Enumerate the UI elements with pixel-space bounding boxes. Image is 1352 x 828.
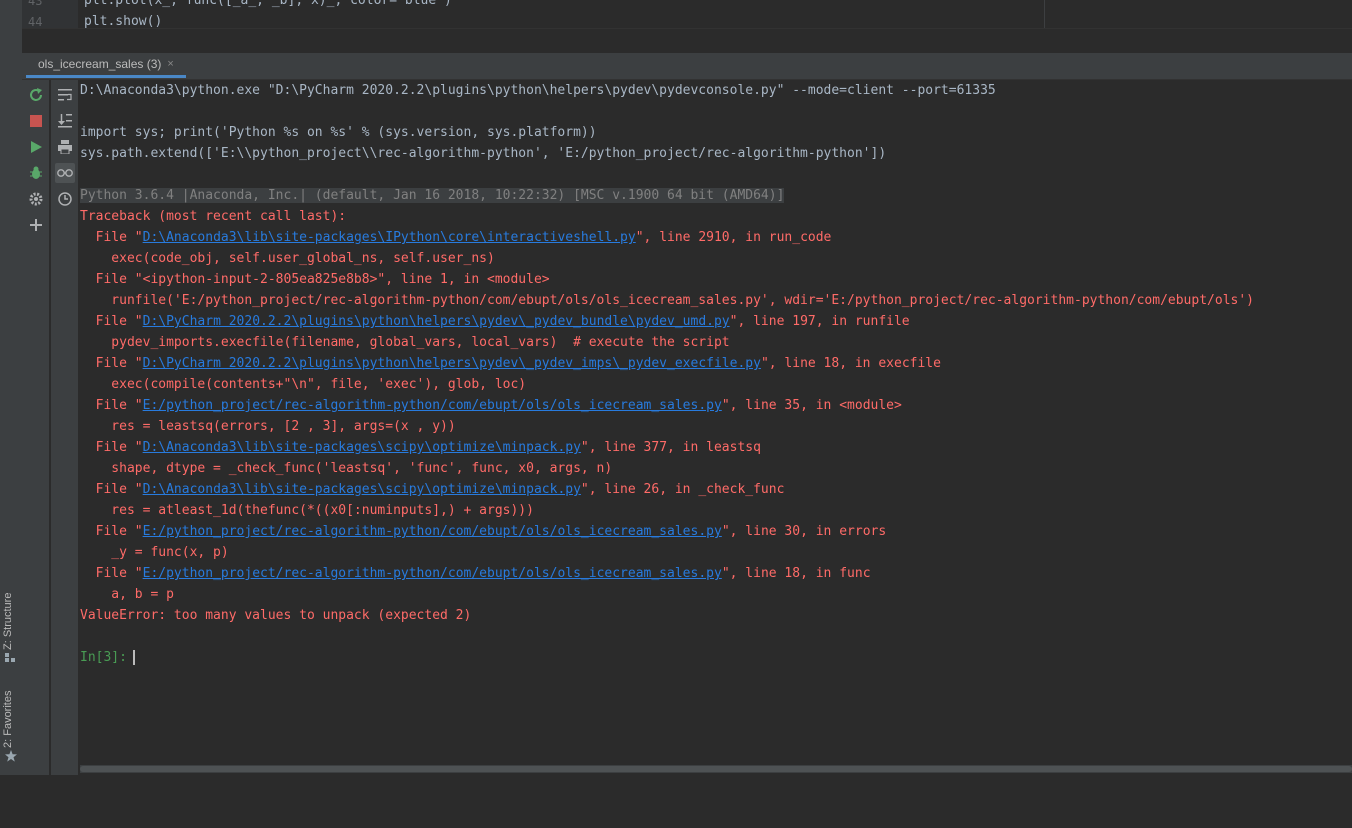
close-icon[interactable]: × <box>167 58 173 70</box>
traceback-text: File " <box>80 398 143 413</box>
traceback-code-line: exec(code_obj, self.user_global_ns, self… <box>80 251 495 266</box>
traceback-text: File " <box>80 314 143 329</box>
traceback-code-line: runfile('E:/python_project/rec-algorithm… <box>80 293 1254 308</box>
traceback-file-line: File "D:\Anaconda3\lib\site-packages\IPy… <box>80 227 832 248</box>
stop-icon[interactable] <box>26 111 46 131</box>
structure-tab-label: Z: Structure <box>2 592 14 650</box>
console-toolbar-secondary <box>51 80 78 775</box>
line-number: 44 <box>28 15 43 29</box>
add-icon[interactable] <box>26 215 46 235</box>
traceback-text: ", line 26, in _check_func <box>580 482 785 497</box>
favorites-tab-label: 2: Favorites <box>2 690 14 748</box>
traceback-text: File " <box>80 356 143 371</box>
traceback-text: File " <box>80 566 143 581</box>
code-line[interactable]: plt.plot(x_, func([_a_, _b], x)_, color=… <box>84 0 452 8</box>
rerun-icon[interactable] <box>26 85 46 105</box>
traceback-file-line: File "E:/python_project/rec-algorithm-py… <box>80 521 887 542</box>
line-number-gutter: 43 44 <box>22 0 78 29</box>
traceback-file-line: File "D:\Anaconda3\lib\site-packages\sci… <box>80 437 761 458</box>
traceback-text: File " <box>80 440 143 455</box>
variables-icon[interactable] <box>55 163 75 183</box>
python-console-output[interactable]: D:\Anaconda3\python.exe "D:\PyCharm 2020… <box>80 80 1352 763</box>
traceback-text: ", line 197, in runfile <box>729 314 910 329</box>
file-link[interactable]: D:\Anaconda3\lib\site-packages\scipy\opt… <box>143 440 581 455</box>
line-number: 43 <box>28 0 43 8</box>
traceback-header: Traceback (most recent call last): <box>80 209 347 224</box>
traceback-text: File " <box>80 230 143 245</box>
console-input-line[interactable]: In[3]: <box>80 647 135 668</box>
traceback-file-line: File "E:/python_project/rec-algorithm-py… <box>80 395 902 416</box>
input-prompt: In[3]: <box>80 650 127 665</box>
scroll-to-end-icon[interactable] <box>55 111 75 131</box>
history-icon[interactable] <box>55 189 75 209</box>
console-toolbar-primary <box>22 80 49 775</box>
traceback-code-line: shape, dtype = _check_func('leastsq', 'f… <box>80 461 613 476</box>
right-margin-guide <box>1044 0 1045 28</box>
panel-splitter[interactable] <box>22 29 1352 53</box>
traceback-text: File " <box>80 482 143 497</box>
traceback-code-line: res = leastsq(errors, [2 , 3], args=(x ,… <box>80 419 456 434</box>
traceback-code-line: exec(compile(contents+"\n", file, 'exec'… <box>80 377 527 392</box>
print-icon[interactable] <box>55 137 75 157</box>
traceback-file-line: File "D:\PyCharm 2020.2.2\plugins\python… <box>80 311 910 332</box>
traceback-file-line: File "D:\Anaconda3\lib\site-packages\sci… <box>80 479 785 500</box>
tab-label: ols_icecream_sales (3) <box>38 57 162 71</box>
traceback-text: ", line 377, in leastsq <box>580 440 761 455</box>
console-syspath-line: sys.path.extend(['E:\\python_project\\re… <box>80 146 887 161</box>
scrollbar-thumb[interactable] <box>80 766 1352 772</box>
traceback-file-line: File "E:/python_project/rec-algorithm-py… <box>80 563 871 584</box>
traceback-file-line: File "D:\PyCharm 2020.2.2\plugins\python… <box>80 353 941 374</box>
traceback-text: ", line 35, in <module> <box>721 398 902 413</box>
traceback-text: ", line 2910, in run_code <box>635 230 832 245</box>
traceback-code-line: pydev_imports.execfile(filename, global_… <box>80 335 730 350</box>
file-link[interactable]: D:\Anaconda3\lib\site-packages\IPython\c… <box>143 230 636 245</box>
file-link[interactable]: E:/python_project/rec-algorithm-python/c… <box>143 566 722 581</box>
traceback-text: ", line 30, in errors <box>721 524 887 539</box>
run-icon[interactable] <box>26 137 46 157</box>
left-tool-strip: Z: Structure 2: Favorites <box>0 0 23 775</box>
soft-wrap-icon[interactable] <box>55 85 75 105</box>
code-editor[interactable]: 43 44 plt.plot(x_, func([_a_, _b], x)_, … <box>22 0 1352 29</box>
console-command-line: D:\Anaconda3\python.exe "D:\PyCharm 2020… <box>80 83 996 98</box>
python-version-banner: Python 3.6.4 |Anaconda, Inc.| (default, … <box>80 185 785 206</box>
text-cursor <box>132 650 135 665</box>
traceback-code-line: res = atleast_1d(thefunc(*((x0[:numinput… <box>80 503 534 518</box>
traceback-text: ", line 18, in func <box>721 566 871 581</box>
traceback-text: File " <box>80 524 143 539</box>
tab-ols-icecream-sales[interactable]: ols_icecream_sales (3) × <box>26 53 186 78</box>
traceback-code-line: a, b = p <box>80 587 174 602</box>
debug-icon[interactable] <box>26 163 46 183</box>
console-tab-bar: ols_icecream_sales (3) × <box>22 53 1352 80</box>
file-link[interactable]: D:\PyCharm 2020.2.2\plugins\python\helpe… <box>143 314 730 329</box>
file-link[interactable]: E:/python_project/rec-algorithm-python/c… <box>143 524 722 539</box>
traceback-text: ", line 18, in execfile <box>760 356 941 371</box>
file-link[interactable]: D:\PyCharm 2020.2.2\plugins\python\helpe… <box>143 356 761 371</box>
console-import-line: import sys; print('Python %s on %s' % (s… <box>80 125 597 140</box>
file-link[interactable]: D:\Anaconda3\lib\site-packages\scipy\opt… <box>143 482 581 497</box>
horizontal-scrollbar[interactable] <box>80 765 1352 773</box>
code-line[interactable]: plt.show() <box>84 14 162 29</box>
traceback-code-line: _y = func(x, p) <box>80 545 229 560</box>
settings-icon[interactable] <box>26 189 46 209</box>
error-message: ValueError: too many values to unpack (e… <box>80 608 472 623</box>
traceback-file-line: File "<ipython-input-2-805ea825e8b8>", l… <box>80 272 550 287</box>
banner-text: Python 3.6.4 |Anaconda, Inc.| (default, … <box>80 188 785 203</box>
file-link[interactable]: E:/python_project/rec-algorithm-python/c… <box>143 398 722 413</box>
